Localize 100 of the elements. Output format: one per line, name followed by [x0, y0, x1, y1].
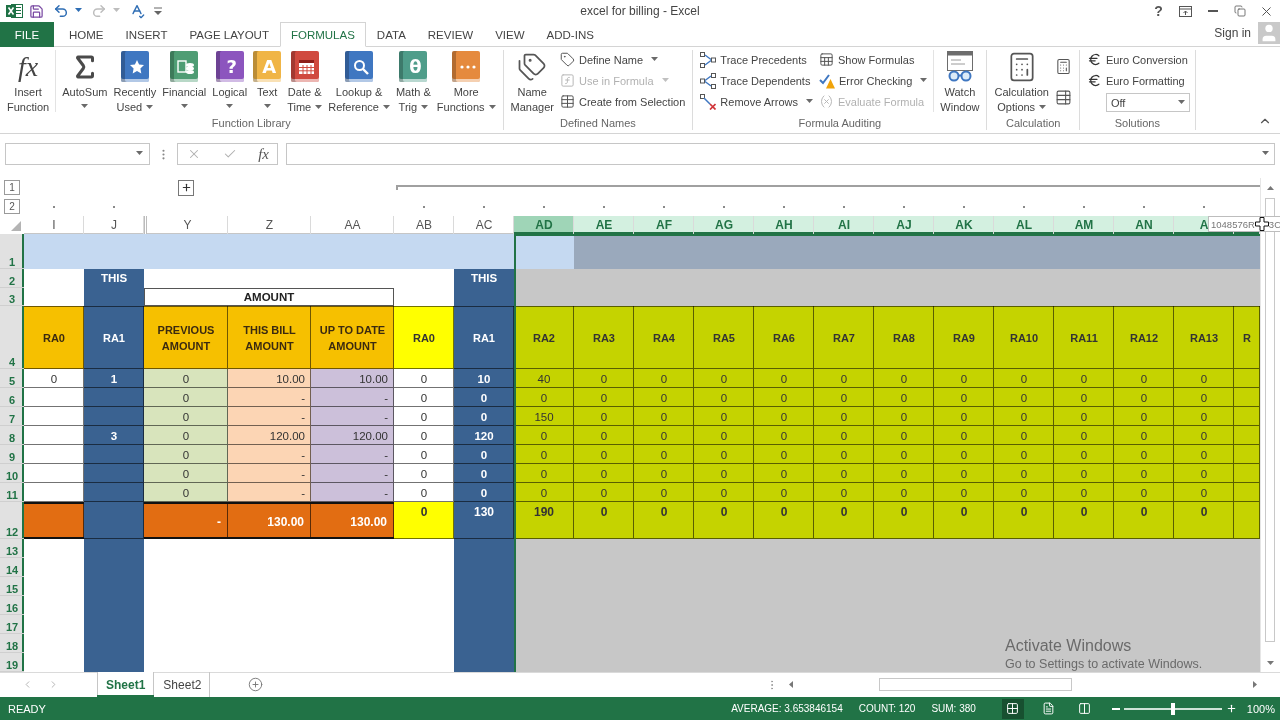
formula-input[interactable] [286, 143, 1275, 165]
column-header[interactable]: AN [1114, 216, 1174, 234]
ribbon-tab[interactable]: DATA [365, 22, 417, 47]
row-header[interactable]: 12 [0, 502, 24, 539]
column-header[interactable]: AC [454, 216, 514, 234]
table-cell: 0 [454, 407, 514, 426]
column-header[interactable]: AA [311, 216, 394, 234]
row-header[interactable]: 19 [0, 653, 24, 672]
outline-level-button[interactable]: 2 [4, 199, 20, 214]
outline-level-button[interactable]: 1 [4, 180, 20, 195]
autosum-button[interactable]: AutoSum [59, 47, 111, 108]
select-field[interactable]: Off [1105, 93, 1190, 112]
watch-window-button[interactable]: Watch Window [937, 47, 983, 115]
help-button[interactable]: ? [1145, 0, 1172, 22]
active-cell[interactable] [514, 234, 574, 269]
row-header[interactable]: 3 [0, 288, 24, 306]
row-header[interactable]: 11 [0, 483, 24, 502]
financial-button[interactable]: Financial [159, 47, 210, 108]
row-header[interactable]: 9 [0, 445, 24, 464]
column-header[interactable]: AH [754, 216, 814, 234]
column-header[interactable]: Z [228, 216, 311, 234]
create-from-selection-button[interactable]: Create from Selection [556, 91, 689, 112]
file-tab[interactable]: FILE [0, 22, 54, 47]
row-header[interactable]: 4 [0, 306, 24, 369]
define-name-button[interactable]: Define Name [556, 49, 689, 70]
zoom-level-button[interactable]: 100% [1238, 702, 1280, 715]
ribbon-tab[interactable]: PAGE LAYOUT [178, 22, 280, 47]
table-cell: - [311, 464, 394, 483]
recently-used-button[interactable]: Recently Used [110, 47, 160, 115]
show-formulas-button[interactable]: Show Formulas [815, 49, 931, 70]
column-header[interactable]: AD [514, 216, 574, 234]
column-header[interactable]: I [24, 216, 84, 234]
more-functions-button[interactable]: More Functions [433, 47, 499, 115]
ribbon-tab[interactable]: VIEW [484, 22, 536, 47]
ribbon-tab[interactable]: REVIEW [416, 22, 485, 47]
trace-precedents-button[interactable]: Trace Precedents [697, 49, 816, 70]
row-header[interactable]: 18 [0, 634, 24, 653]
sheet-tab[interactable]: Sheet1 [97, 672, 155, 697]
column-header[interactable]: Y [144, 216, 228, 234]
row-header[interactable]: 14 [0, 558, 24, 577]
ribbon-tab[interactable]: ADD-INS [535, 22, 605, 47]
table-cell: - [311, 388, 394, 407]
linked-boxes-icon [700, 51, 717, 68]
column-header[interactable]: AJ [874, 216, 934, 234]
table-cell: 0 [874, 445, 934, 464]
column-header[interactable]: AB [394, 216, 454, 234]
sheet-tab[interactable]: Sheet2 [154, 672, 211, 697]
ribbon-tab[interactable]: HOME [58, 22, 115, 47]
redo-icon [91, 3, 107, 19]
column-header[interactable]: AG [694, 216, 754, 234]
math-trig-button[interactable]: θ Math & Trig [392, 47, 434, 115]
row-header[interactable]: 1 [0, 234, 24, 269]
row-header[interactable]: 7 [0, 407, 24, 426]
column-header[interactable]: AL [994, 216, 1054, 234]
table-icon [818, 52, 834, 67]
column-header[interactable]: AI [814, 216, 874, 234]
column-header[interactable]: AE [574, 216, 634, 234]
column-header[interactable]: AF [634, 216, 694, 234]
table-cell: 0 [634, 388, 694, 407]
sign-in-link[interactable]: Sign in [1214, 26, 1251, 40]
total-cell: 0 [1114, 502, 1174, 539]
row-header[interactable]: 15 [0, 577, 24, 596]
row-header[interactable]: 8 [0, 426, 24, 445]
column-header[interactable]: J [84, 216, 144, 234]
name-manager-button[interactable]: Name Manager [507, 47, 557, 115]
table-cell: 0 [394, 464, 454, 483]
row-header[interactable]: 5 [0, 369, 24, 388]
text-functions-button[interactable]: A Text [250, 47, 285, 108]
row-header[interactable]: 2 [0, 269, 24, 288]
euro-conversion-button[interactable]: Euro Conversion [1083, 49, 1191, 70]
row-header[interactable]: 17 [0, 615, 24, 634]
table-cell: 0 [394, 369, 454, 388]
row-header[interactable]: 13 [0, 539, 24, 558]
table-cell: 10.00 [311, 369, 394, 388]
ribbon-tab[interactable]: INSERT [114, 22, 179, 47]
row-header[interactable]: 16 [0, 596, 24, 615]
euro-formatting-button[interactable]: Euro Formatting [1083, 70, 1191, 91]
date-time-button[interactable]: Date & Time [284, 47, 326, 115]
row-header[interactable]: 6 [0, 388, 24, 407]
remove-arrows-button[interactable]: Remove Arrows [697, 91, 816, 112]
scrollbar-thumb[interactable] [879, 678, 1072, 691]
insert-function-button[interactable]: fx Insert Function [4, 47, 53, 115]
column-header[interactable]: AM [1054, 216, 1114, 234]
error-checking-button[interactable]: Error Checking [815, 70, 931, 91]
status-mode: READY [8, 702, 46, 715]
calculation-options-button[interactable]: Calculation Options [991, 47, 1052, 115]
group-label: Solutions [1114, 116, 1160, 131]
trace-dependents-button[interactable]: Trace Dependents [697, 70, 816, 91]
table-cell: 0 [1114, 388, 1174, 407]
lookup-reference-button[interactable]: Lookup & Reference [325, 47, 393, 115]
ribbon-tab[interactable]: FORMULAS [279, 22, 366, 47]
table-cell: 0 [694, 445, 754, 464]
row-header[interactable]: 10 [0, 464, 24, 483]
variable-icon [818, 94, 834, 109]
normal-view-button[interactable] [1001, 698, 1024, 719]
insert-function-button[interactable]: fx [256, 144, 271, 164]
logical-button[interactable]: ? Logical [209, 47, 251, 108]
column-header[interactable]: AK [934, 216, 994, 234]
zoom-thumb[interactable] [1170, 702, 1175, 715]
expand-group-button[interactable] [178, 179, 194, 196]
